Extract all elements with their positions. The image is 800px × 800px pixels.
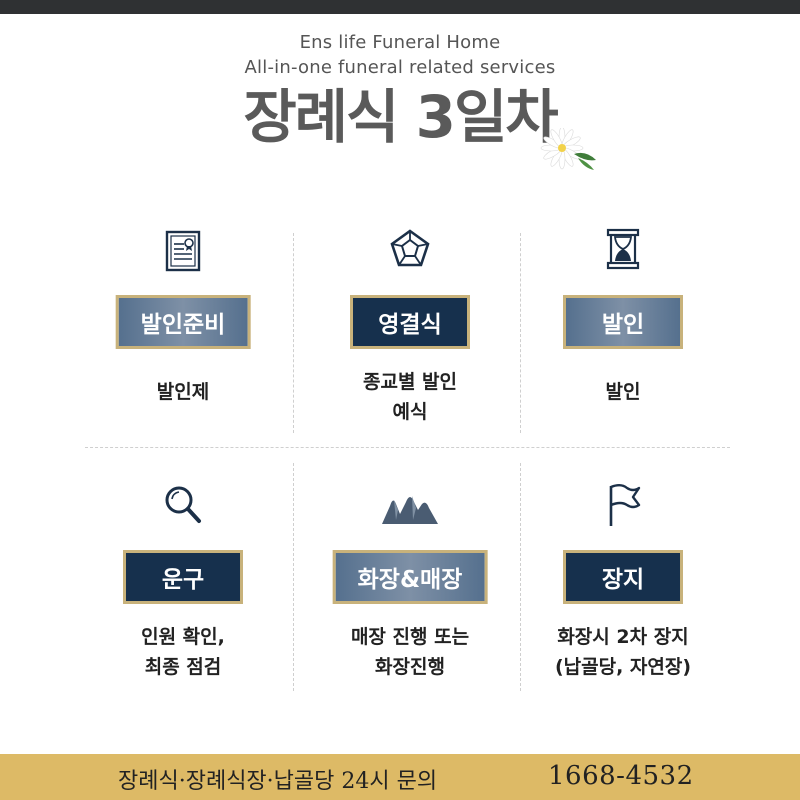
step-description-line: 최종 점검 (144, 656, 222, 678)
step-description-line: (납골당, 자연장) (554, 656, 692, 678)
step-description-line: 화장시 2차 장지 (557, 626, 689, 648)
mountain-icon (382, 496, 438, 524)
step-description-line: 매장 진행 또는 (350, 626, 470, 648)
step-card-1: 발인준비 발인제 (70, 225, 296, 440)
step-card-2: 영결식 종교별 발인 예식 (297, 225, 523, 440)
subtitle-english: Ens life Funeral Home (299, 32, 501, 53)
contact-footer: 장례식·장례식장·납골당 24시 문의 1668-4532 (0, 754, 800, 800)
subtitle-english-services: All-in-one funeral related services (244, 57, 556, 78)
flag-icon (609, 484, 641, 526)
step-label: 발인 (563, 295, 683, 349)
footer-inquiry-text: 장례식·장례식장·납골당 24시 문의 (118, 769, 438, 794)
step-description: 인원 확인, 최종 점검 (70, 622, 296, 682)
step-label: 화장&매장 (332, 550, 488, 604)
step-description-line: 인원 확인, (141, 626, 225, 648)
step-description: 발인 (510, 377, 736, 407)
chrysanthemum-icon (540, 128, 596, 170)
hourglass-icon (606, 228, 640, 270)
step-description-line: 발인 (605, 381, 641, 403)
step-label: 장지 (563, 550, 683, 604)
step-label: 영결식 (350, 295, 470, 349)
top-bar (0, 0, 800, 14)
magnifier-icon (165, 486, 201, 523)
step-description: 매장 진행 또는 화장진행 (297, 622, 523, 682)
step-description-line: 화장진행 (375, 656, 445, 678)
phone-number[interactable]: 1668-4532 (548, 761, 694, 791)
step-description-line: 발인제 (156, 381, 210, 403)
certificate-icon (165, 230, 201, 272)
page-title: 장례식 3일차 (243, 83, 558, 151)
step-description-line: 종교별 발인 (362, 371, 457, 393)
step-description: 발인제 (70, 377, 296, 407)
step-label: 발인준비 (115, 295, 251, 349)
header: Ens life Funeral Home All-in-one funeral… (0, 30, 800, 152)
step-card-5: 화장&매장 매장 진행 또는 화장진행 (297, 480, 523, 695)
pentagon-gem-icon (390, 229, 430, 267)
step-card-4: 운구 인원 확인, 최종 점검 (70, 480, 296, 695)
step-card-3: 발인 발인 (510, 225, 736, 440)
step-description: 화장시 2차 장지 (납골당, 자연장) (510, 622, 736, 682)
step-label: 운구 (123, 550, 243, 604)
divider (85, 447, 730, 448)
step-description-line: 예식 (392, 401, 428, 423)
step-description: 종교별 발인 예식 (297, 367, 523, 427)
step-card-6: 장지 화장시 2차 장지 (납골당, 자연장) (510, 480, 736, 695)
